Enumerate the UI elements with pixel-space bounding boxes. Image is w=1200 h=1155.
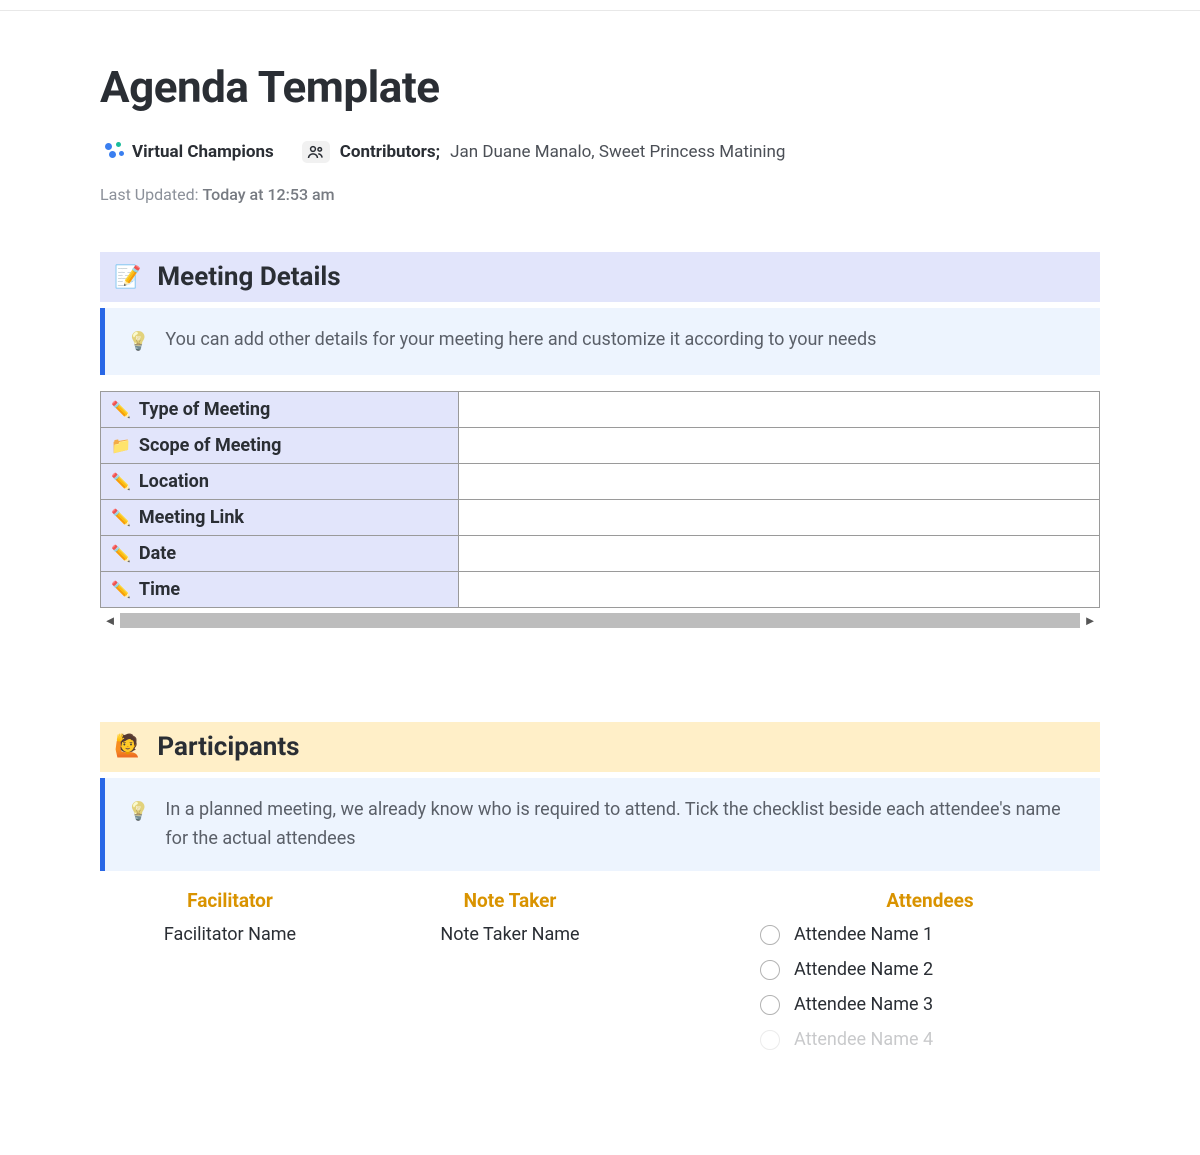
attendees-header: Attendees xyxy=(760,889,1100,912)
lightbulb-icon: 💡 xyxy=(127,328,149,357)
label-cell-time: ✏️ Time xyxy=(101,571,459,607)
scroll-track[interactable] xyxy=(120,613,1080,628)
value-cell[interactable] xyxy=(459,463,1100,499)
page-container: Agenda Template Virtual Champions Contri… xyxy=(0,10,1200,1104)
row-label: Date xyxy=(139,543,176,564)
value-cell[interactable] xyxy=(459,571,1100,607)
value-cell[interactable] xyxy=(459,427,1100,463)
attendee-row: Attendee Name 4 xyxy=(760,1029,1100,1050)
facilitator-header: Facilitator xyxy=(100,889,360,912)
pencil-icon: ✏️ xyxy=(111,508,131,527)
table-row: ✏️ Time xyxy=(101,571,1100,607)
value-cell[interactable] xyxy=(459,535,1100,571)
workspace-name: Virtual Champions xyxy=(132,142,274,162)
value-cell[interactable] xyxy=(459,499,1100,535)
callout-text: You can add other details for your meeti… xyxy=(165,326,876,355)
callout-participants: 💡 In a planned meeting, we already know … xyxy=(100,778,1100,872)
label-cell-type: ✏️ Type of Meeting xyxy=(101,391,459,427)
raised-hand-icon: 🙋 xyxy=(114,734,141,759)
page-title: Agenda Template xyxy=(100,61,1100,113)
callout-text: In a planned meeting, we already know wh… xyxy=(165,796,1078,854)
label-cell-scope: 📁 Scope of Meeting xyxy=(101,427,459,463)
attendee-row: Attendee Name 3 xyxy=(760,994,1100,1015)
last-updated: Last Updated: Today at 12:53 am xyxy=(100,185,1100,204)
row-label: Location xyxy=(139,471,209,492)
contributors-icon xyxy=(302,141,330,163)
row-label: Scope of Meeting xyxy=(139,435,281,456)
note-taker-header: Note Taker xyxy=(380,889,640,912)
attendee-row: Attendee Name 2 xyxy=(760,959,1100,980)
attendee-checkbox[interactable] xyxy=(760,925,780,945)
label-cell-location: ✏️ Location xyxy=(101,463,459,499)
contributors-label: Contributors; xyxy=(340,142,440,162)
note-taker-column: Note Taker Note Taker Name xyxy=(380,889,640,1064)
horizontal-scrollbar[interactable]: ◄ ► xyxy=(100,610,1100,632)
scroll-left-button[interactable]: ◄ xyxy=(100,610,120,632)
facilitator-value[interactable]: Facilitator Name xyxy=(100,924,360,945)
table-row: ✏️ Location xyxy=(101,463,1100,499)
attendee-checkbox[interactable] xyxy=(760,1030,780,1050)
last-updated-value: Today at 12:53 am xyxy=(202,185,334,204)
row-label: Time xyxy=(139,579,180,600)
attendee-checkbox[interactable] xyxy=(760,960,780,980)
callout-meeting-details: 💡 You can add other details for your mee… xyxy=(100,308,1100,375)
section-header-participants: 🙋 Participants xyxy=(100,722,1100,772)
pencil-icon: ✏️ xyxy=(111,472,131,491)
label-cell-link: ✏️ Meeting Link xyxy=(101,499,459,535)
last-updated-label: Last Updated: xyxy=(100,185,198,204)
pencil-icon: ✏️ xyxy=(111,544,131,563)
meeting-details-table: ✏️ Type of Meeting 📁 Scope of Meeting xyxy=(100,391,1100,608)
workspace-chip[interactable]: Virtual Champions xyxy=(100,141,274,163)
memo-icon: 📝 xyxy=(114,265,141,290)
row-label: Type of Meeting xyxy=(139,399,270,420)
meta-row: Virtual Champions Contributors; Jan Duan… xyxy=(100,141,1100,163)
lightbulb-icon: 💡 xyxy=(127,798,149,827)
pencil-icon: ✏️ xyxy=(111,580,131,599)
section-header-meeting-details: 📝 Meeting Details xyxy=(100,252,1100,302)
value-cell[interactable] xyxy=(459,391,1100,427)
pencil-icon: ✏️ xyxy=(111,400,131,419)
scroll-right-button[interactable]: ► xyxy=(1080,610,1100,632)
section-title: Participants xyxy=(157,732,299,762)
attendee-name[interactable]: Attendee Name 1 xyxy=(794,924,933,945)
participants-grid: Facilitator Facilitator Name Note Taker … xyxy=(100,889,1100,1064)
facilitator-column: Facilitator Facilitator Name xyxy=(100,889,360,1064)
table-row: ✏️ Type of Meeting xyxy=(101,391,1100,427)
table-row: ✏️ Meeting Link xyxy=(101,499,1100,535)
table-row: ✏️ Date xyxy=(101,535,1100,571)
attendees-column: Attendees Attendee Name 1 Attendee Name … xyxy=(660,889,1100,1064)
attendee-row: Attendee Name 1 xyxy=(760,924,1100,945)
table-row: 📁 Scope of Meeting xyxy=(101,427,1100,463)
contributors-value: Jan Duane Manalo, Sweet Princess Matinin… xyxy=(450,142,785,162)
folder-icon: 📁 xyxy=(111,436,131,455)
label-cell-date: ✏️ Date xyxy=(101,535,459,571)
row-label: Meeting Link xyxy=(139,507,244,528)
attendee-name[interactable]: Attendee Name 2 xyxy=(794,959,933,980)
contributors-chip[interactable]: Contributors; Jan Duane Manalo, Sweet Pr… xyxy=(302,141,786,163)
section-title: Meeting Details xyxy=(157,262,340,292)
attendee-name[interactable]: Attendee Name 3 xyxy=(794,994,933,1015)
attendee-name[interactable]: Attendee Name 4 xyxy=(794,1029,933,1050)
spacer xyxy=(100,632,1100,722)
workspace-icon xyxy=(100,141,122,163)
attendee-checkbox[interactable] xyxy=(760,995,780,1015)
note-taker-value[interactable]: Note Taker Name xyxy=(380,924,640,945)
